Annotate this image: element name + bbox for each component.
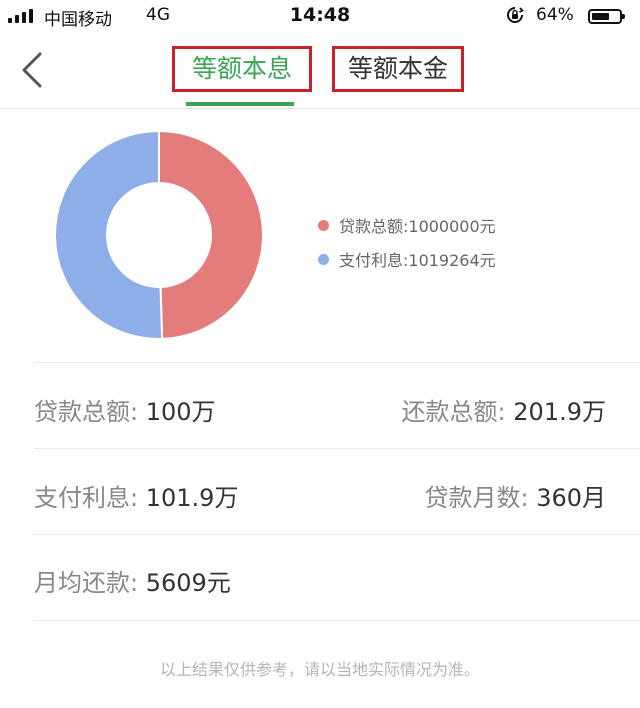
stat-label: 还款总额: [401, 398, 506, 426]
back-chevron-icon[interactable] [18, 50, 48, 90]
stat-value: 201.9万 [513, 398, 606, 426]
battery-percent: 64% [536, 5, 574, 25]
donut-chart [54, 130, 264, 340]
stat-value: 5609元 [145, 569, 231, 597]
disclaimer-text: 以上结果仅供参考，请以当地实际情况为准。 [159, 660, 480, 679]
legend-item-loan: 贷款总额:1000000元 [318, 208, 496, 242]
stat-value: 100万 [145, 398, 216, 426]
stat-monthly-payment: 月均还款: 5609元 [34, 563, 231, 598]
stat-label: 支付利息: [34, 484, 139, 512]
legend-item-interest: 支付利息:1019264元 [318, 242, 496, 276]
stat-label: 贷款总额: [34, 398, 139, 426]
stat-interest: 支付利息: 101.9万 [34, 478, 238, 513]
tab-equal-principal[interactable]: 等额本金 [332, 46, 464, 92]
legend-dot-loan [318, 219, 329, 231]
donut-slice-0 [158, 130, 264, 340]
chart-legend: 贷款总额:1000000元 支付利息:1019264元 [318, 208, 496, 276]
stat-value: 101.9万 [145, 484, 239, 512]
legend-label-interest: 支付利息:1019264元 [339, 251, 496, 270]
legend-label-loan: 贷款总额:1000000元 [339, 217, 496, 236]
tab-equal-principal-interest[interactable]: 等额本息 [172, 46, 312, 92]
rotation-lock-icon [507, 7, 524, 23]
battery-icon [588, 9, 625, 24]
stat-label: 贷款月数: [424, 484, 529, 512]
stat-repay-total: 还款总额: 201.9万 [402, 392, 606, 427]
nav-bar: 等额本息 等额本金 [0, 32, 640, 109]
status-bar: 中国移动 4G 14:48 64% [0, 0, 640, 32]
stat-months: 贷款月数: 360月 [424, 478, 606, 513]
divider [34, 362, 640, 363]
legend-dot-interest [318, 253, 329, 265]
stat-value: 360月 [536, 484, 606, 512]
stat-label: 月均还款: [34, 569, 139, 597]
active-tab-indicator [186, 102, 294, 106]
stat-loan-total: 贷款总额: 100万 [34, 392, 216, 427]
divider [34, 534, 640, 535]
divider [34, 620, 640, 621]
donut-slice-1 [54, 130, 164, 340]
divider [34, 448, 640, 449]
